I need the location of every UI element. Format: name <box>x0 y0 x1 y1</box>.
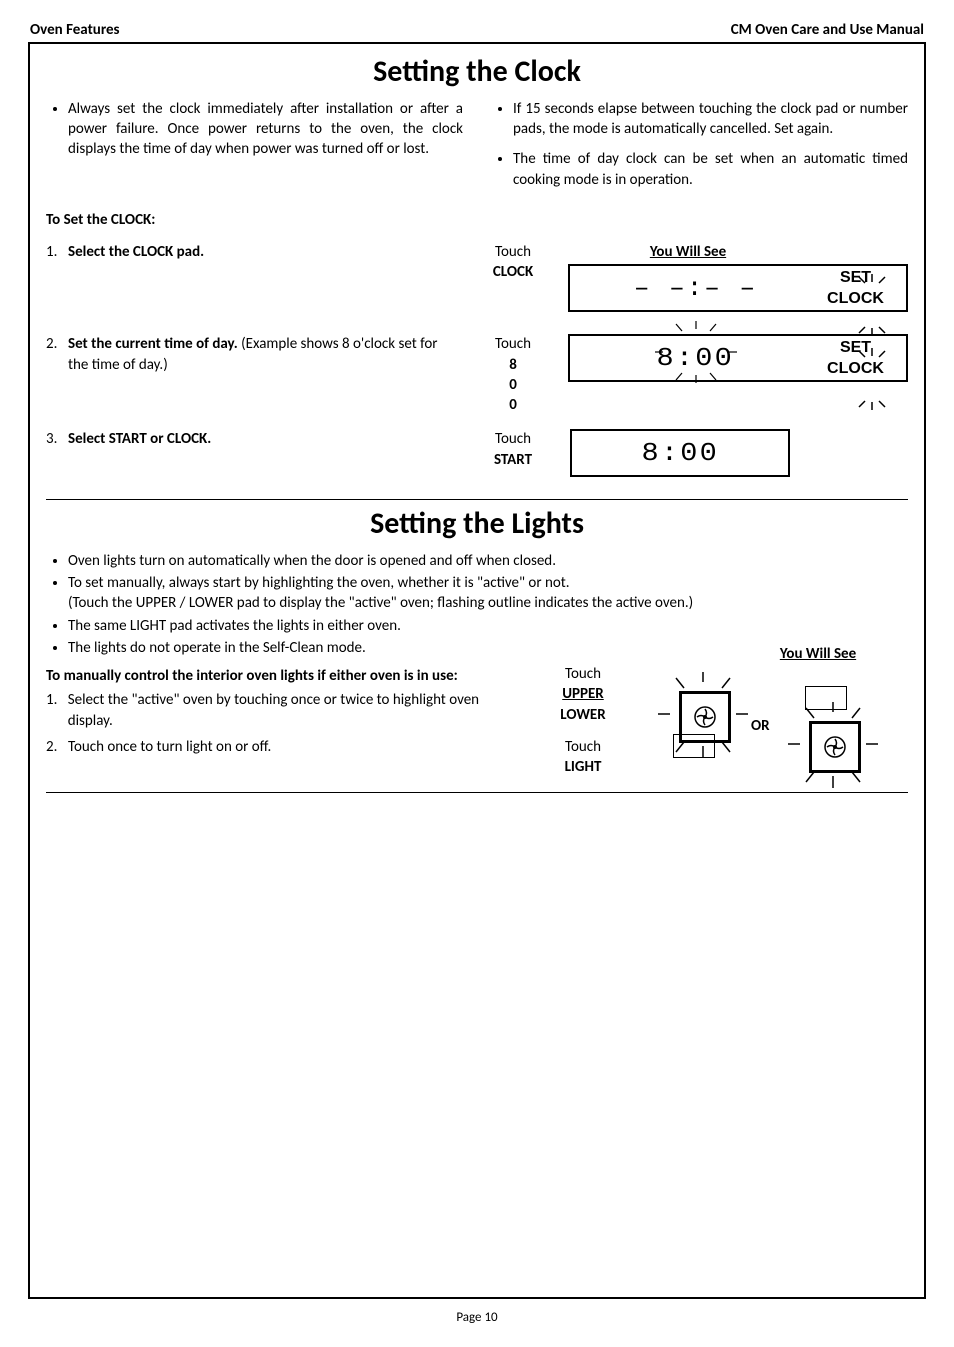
step-number: 2. <box>46 334 68 354</box>
bullet: The lights do not operate in the Self-Cl… <box>68 638 728 658</box>
oven-secondary-box <box>673 734 715 758</box>
clock-bullets-left: Always set the clock immediately after i… <box>46 99 463 200</box>
to-set-clock-heading: To Set the CLOCK: <box>46 210 908 230</box>
fan-icon <box>822 734 848 760</box>
you-will-see-lights: You Will See <box>728 644 908 664</box>
lcd-time: – –:– – <box>578 271 813 306</box>
lights-body: To manually control the interior oven li… <box>46 664 908 784</box>
lcd-display: 8:00 <box>570 429 790 477</box>
step-number: 1. <box>46 690 68 731</box>
step-number: 1. <box>46 242 68 262</box>
oven-icon <box>809 721 861 773</box>
bullet: To set manually, always start by highlig… <box>68 573 728 614</box>
touch-key: 0 <box>458 375 568 395</box>
touch-key: START <box>458 450 568 470</box>
touch-key: LOWER <box>560 706 605 724</box>
or-label: OR <box>751 716 770 736</box>
lights-title: Setting the Lights <box>46 504 908 545</box>
touch-key: UPPER <box>562 685 604 703</box>
section-divider <box>46 499 908 500</box>
step-bold: Set the current time of day. <box>68 335 238 353</box>
step-text: Set the current time of day. (Example sh… <box>68 334 458 375</box>
clock-step-2: 2. Set the current time of day. (Example… <box>46 334 908 415</box>
you-will-see-label: You Will See <box>518 242 858 262</box>
touch-label: Touch <box>458 429 568 449</box>
step-touch: Touch 8 0 0 <box>458 334 568 415</box>
page-header: Oven Features CM Oven Care and Use Manua… <box>28 20 926 42</box>
touch-label: Touch <box>458 334 568 354</box>
step-bold: Select START or CLOCK. <box>68 430 211 448</box>
oven-lower-active <box>778 702 888 802</box>
lights-touch-column: Touch UPPER LOWER Touch LIGHT <box>528 664 638 784</box>
header-right: CM Oven Care and Use Manual <box>731 20 924 40</box>
step-display-area: 8:00 SET CLOCK <box>568 334 908 390</box>
step-touch: Touch START <box>458 429 568 470</box>
sunburst-icon <box>651 321 741 383</box>
clock-bullets-right: If 15 seconds elapse between touching th… <box>491 99 908 200</box>
step-number: 2. <box>46 737 68 757</box>
clock-title: Setting the Clock <box>46 52 908 93</box>
step-text: Touch once to turn light on or off. <box>68 737 271 757</box>
page-footer: Page 10 <box>28 1309 926 1327</box>
bullet: If 15 seconds elapse between touching th… <box>513 99 908 140</box>
step-bold: Select the CLOCK pad. <box>68 243 204 261</box>
clock-step-1: 1. Select the CLOCK pad. Touch CLOCK You… <box>46 242 908 320</box>
bullet: Always set the clock immediately after i… <box>68 99 463 160</box>
lcd-time: 8:00 <box>578 341 813 376</box>
bullet: The time of day clock can be set when an… <box>513 149 908 190</box>
bullet: The same LIGHT pad activates the lights … <box>68 616 728 636</box>
touch-key: CLOCK <box>458 262 568 282</box>
fan-icon <box>692 704 718 730</box>
touch-key: 0 <box>458 395 568 415</box>
step-text: Select the CLOCK pad. <box>68 242 458 262</box>
clock-intro-columns: Always set the clock immediately after i… <box>46 99 908 200</box>
step-text: Select the "active" oven by touching onc… <box>68 690 522 731</box>
header-left: Oven Features <box>30 20 120 40</box>
step-number: 3. <box>46 429 68 449</box>
touch-label: Touch <box>565 738 601 756</box>
bullet: Oven lights turn on automatically when t… <box>68 551 728 571</box>
oven-secondary-box <box>805 686 847 710</box>
lights-display-area: OR <box>638 664 908 784</box>
touch-key: LIGHT <box>565 758 602 776</box>
manual-heading: To manually control the interior oven li… <box>46 666 522 686</box>
step-text: Select START or CLOCK. <box>68 429 458 449</box>
clock-step-3: 3. Select START or CLOCK. Touch START 8:… <box>46 429 908 485</box>
lights-left: To manually control the interior oven li… <box>46 664 528 784</box>
touch-key: 8 <box>458 355 568 375</box>
touch-label: Touch <box>565 665 601 683</box>
lcd-time: 8:00 <box>641 436 718 471</box>
step-display-area: 8:00 <box>568 429 908 485</box>
lights-intro: Oven lights turn on automatically when t… <box>46 551 728 664</box>
step-display-area: You Will See – –:– – SET CLOCK <box>568 242 908 320</box>
page-frame: Setting the Clock Always set the clock i… <box>28 42 926 1299</box>
